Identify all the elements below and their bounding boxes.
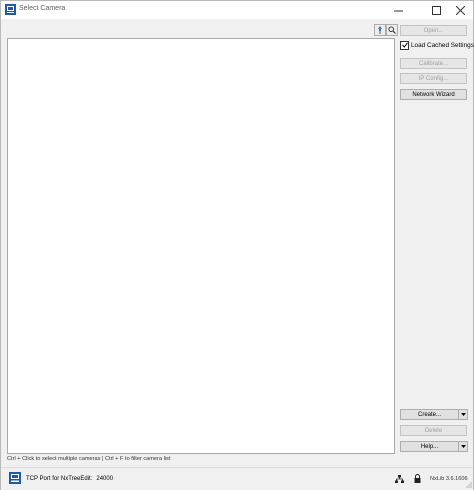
version-label: NxLib 3.6.1606 (430, 476, 468, 482)
checkmark-icon (401, 42, 408, 48)
load-cached-settings-checkbox[interactable]: Load Cached Settings (400, 40, 474, 50)
checkbox-box[interactable] (400, 40, 409, 50)
help-button[interactable]: Help... (400, 441, 459, 452)
help-split-button[interactable]: Help... (400, 441, 468, 452)
selection-hint: Ctrl + Click to select multiple cameras … (7, 456, 171, 462)
create-dropdown-button[interactable] (459, 409, 468, 420)
create-split-button[interactable]: Create... (400, 409, 468, 420)
tcp-port-value: 24000 (96, 476, 114, 482)
search-icon (388, 26, 396, 34)
tcp-port-label: TCP Port for NxTreeEdit: (26, 476, 93, 482)
resize-grip-icon[interactable] (465, 481, 472, 488)
pin-button[interactable] (374, 24, 386, 36)
maximize-icon (431, 5, 441, 15)
nxtreeedit-icon[interactable] (9, 472, 21, 484)
ip-config-button[interactable]: IP Config... (400, 73, 467, 84)
help-dropdown-button[interactable] (459, 441, 468, 452)
app-icon (5, 4, 16, 15)
window-title: Select Camera (19, 5, 66, 12)
status-bar: TCP Port for NxTreeEdit: 24000 NxLib 3.6.… (1, 467, 473, 490)
search-button[interactable] (386, 24, 398, 36)
delete-button[interactable]: Delete (400, 425, 467, 436)
lock-icon[interactable] (414, 474, 421, 483)
title-bar: Select Camera (1, 1, 473, 19)
open-button[interactable]: Open... (400, 25, 467, 36)
close-icon (455, 5, 465, 15)
camera-list[interactable] (7, 38, 395, 454)
create-button[interactable]: Create... (400, 409, 459, 420)
maximize-button[interactable] (423, 1, 449, 19)
pin-icon (378, 26, 382, 34)
tcp-port: TCP Port for NxTreeEdit: 24000 (26, 476, 113, 482)
calibrate-button[interactable]: Calibrate... (400, 58, 467, 69)
network-wizard-button[interactable]: Network Wizard (400, 89, 467, 100)
chevron-down-icon (460, 445, 466, 448)
load-cached-settings-label: Load Cached Settings (411, 41, 474, 49)
minimize-button[interactable] (385, 1, 411, 19)
select-camera-window: Select Camera Open... Load Cached Settin… (0, 0, 474, 490)
minimize-icon (393, 10, 403, 11)
close-button[interactable] (447, 1, 473, 19)
chevron-down-icon (460, 413, 466, 416)
network-icon[interactable] (395, 475, 404, 483)
